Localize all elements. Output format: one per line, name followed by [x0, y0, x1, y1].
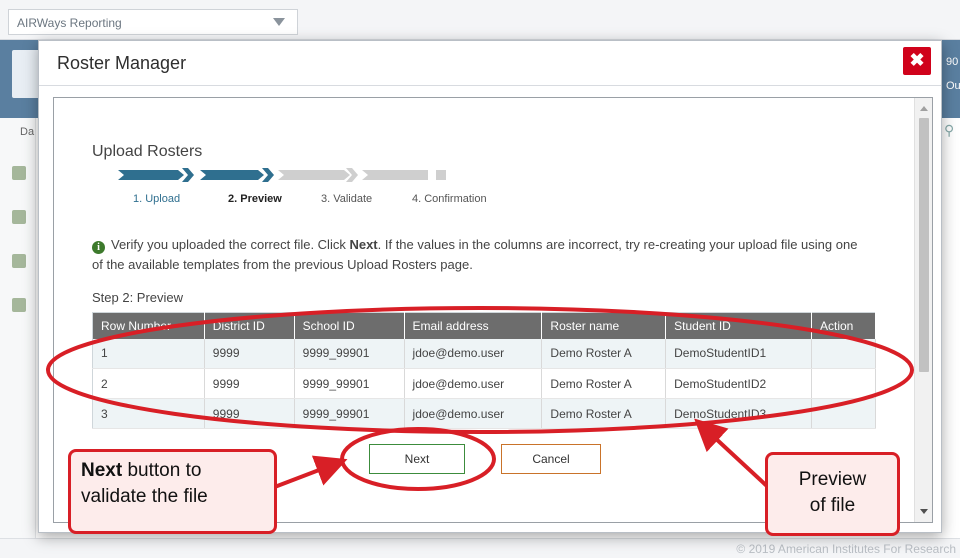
column-header[interactable]: Student ID: [665, 312, 812, 339]
modal-divider: [39, 85, 941, 86]
table-cell: 9999: [204, 398, 295, 429]
table-row: 2 9999 9999_99901 jdoe@demo.user Demo Ro…: [92, 368, 876, 399]
step-label-upload: 1. Upload: [133, 193, 181, 205]
step-label-validate: 3. Validate: [321, 193, 373, 205]
table-cell: 3: [92, 398, 205, 429]
close-icon[interactable]: ✖: [903, 47, 931, 75]
info-message: i Verify you uploaded the correct file. C…: [92, 235, 862, 275]
app-topbar: AIRWays Reporting: [0, 0, 960, 40]
column-header[interactable]: Roster name: [541, 312, 667, 339]
scroll-thumb[interactable]: [919, 118, 929, 372]
next-callout-bold: Next: [81, 460, 123, 481]
info-text-bold: Next: [349, 237, 378, 252]
sidebar-icon[interactable]: [12, 166, 26, 180]
sidebar-icon[interactable]: [12, 210, 26, 224]
step-segment-confirmation: [362, 170, 428, 180]
app-title: AIRWays Reporting: [17, 16, 122, 30]
table-cell: 9999_99901: [294, 338, 405, 369]
table-cell: jdoe@demo.user: [404, 398, 543, 429]
sidebar-icon[interactable]: [12, 298, 26, 312]
sidebar-label: Da: [20, 126, 35, 138]
table-cell: [811, 368, 876, 399]
next-button[interactable]: Next: [369, 444, 465, 474]
preview-callout-text-1: Preview: [798, 469, 867, 490]
table-cell: 9999: [204, 368, 295, 399]
column-header[interactable]: Row Number: [92, 312, 205, 339]
table-cell: Demo Roster A: [541, 398, 667, 429]
cancel-button[interactable]: Cancel: [501, 444, 601, 474]
preview-callout-text-2: of file: [809, 495, 856, 516]
table-cell: [811, 338, 876, 369]
modal-title: Roster Manager: [57, 53, 187, 73]
scroll-up-icon[interactable]: [920, 106, 928, 111]
step-label-preview: 2. Preview: [228, 193, 282, 205]
banner-text: Ou: [946, 80, 960, 92]
banner-text: 90: [946, 56, 959, 68]
column-header[interactable]: Action: [811, 312, 876, 339]
scroll-down-icon[interactable]: [920, 509, 928, 514]
upload-title: Upload Rosters: [92, 143, 203, 160]
table-row: 3 9999 9999_99901 jdoe@demo.user Demo Ro…: [92, 398, 876, 429]
next-callout-text-2: validate the file: [81, 486, 208, 507]
app-footer: © 2019 American Institutes For Research: [0, 538, 960, 558]
step-label-confirmation: 4. Confirmation: [412, 193, 487, 205]
chevron-down-icon: [273, 18, 285, 26]
table-cell: jdoe@demo.user: [404, 338, 543, 369]
table-cell: Demo Roster A: [541, 368, 667, 399]
preview-callout: Preview of file: [765, 452, 900, 536]
table-cell: 9999_99901: [294, 368, 405, 399]
scrollbar[interactable]: [914, 98, 932, 522]
table-cell: jdoe@demo.user: [404, 368, 543, 399]
search-icon[interactable]: ⚲: [944, 122, 954, 139]
table-cell: 2: [92, 368, 205, 399]
step-segment-upload: [118, 170, 184, 180]
table-cell: DemoStudentID3: [665, 398, 812, 429]
copyright-text: © 2019 American Institutes For Research: [736, 542, 956, 556]
column-header[interactable]: School ID: [294, 312, 405, 339]
step-heading: Step 2: Preview: [92, 290, 184, 305]
table-cell: DemoStudentID2: [665, 368, 812, 399]
table-cell: Demo Roster A: [541, 338, 667, 369]
table-cell: [811, 398, 876, 429]
column-header[interactable]: Email address: [404, 312, 543, 339]
app-selector[interactable]: AIRWays Reporting: [8, 9, 298, 35]
app-sidebar: [0, 118, 36, 538]
report-icon: [12, 50, 40, 98]
column-header[interactable]: District ID: [204, 312, 295, 339]
info-text-prefix: Verify you uploaded the correct file. Cl…: [111, 237, 350, 252]
table-cell: DemoStudentID1: [665, 338, 812, 369]
next-callout-text: button to: [122, 460, 202, 481]
table-row: 1 9999 9999_99901 jdoe@demo.user Demo Ro…: [92, 338, 876, 369]
sidebar-icon[interactable]: [12, 254, 26, 268]
step-segment-validate: [278, 170, 350, 180]
table-cell: 9999: [204, 338, 295, 369]
step-end-marker: [436, 170, 446, 180]
step-segment-preview: [200, 170, 264, 180]
info-icon: i: [92, 241, 105, 254]
table-cell: 1: [92, 338, 205, 369]
next-callout: Next button to validate the file: [68, 449, 277, 534]
table-cell: 9999_99901: [294, 398, 405, 429]
preview-table: Row Number District ID School ID Email a…: [92, 312, 876, 429]
table-header-row: Row Number District ID School ID Email a…: [92, 312, 876, 339]
progress-stepper: [118, 168, 446, 182]
